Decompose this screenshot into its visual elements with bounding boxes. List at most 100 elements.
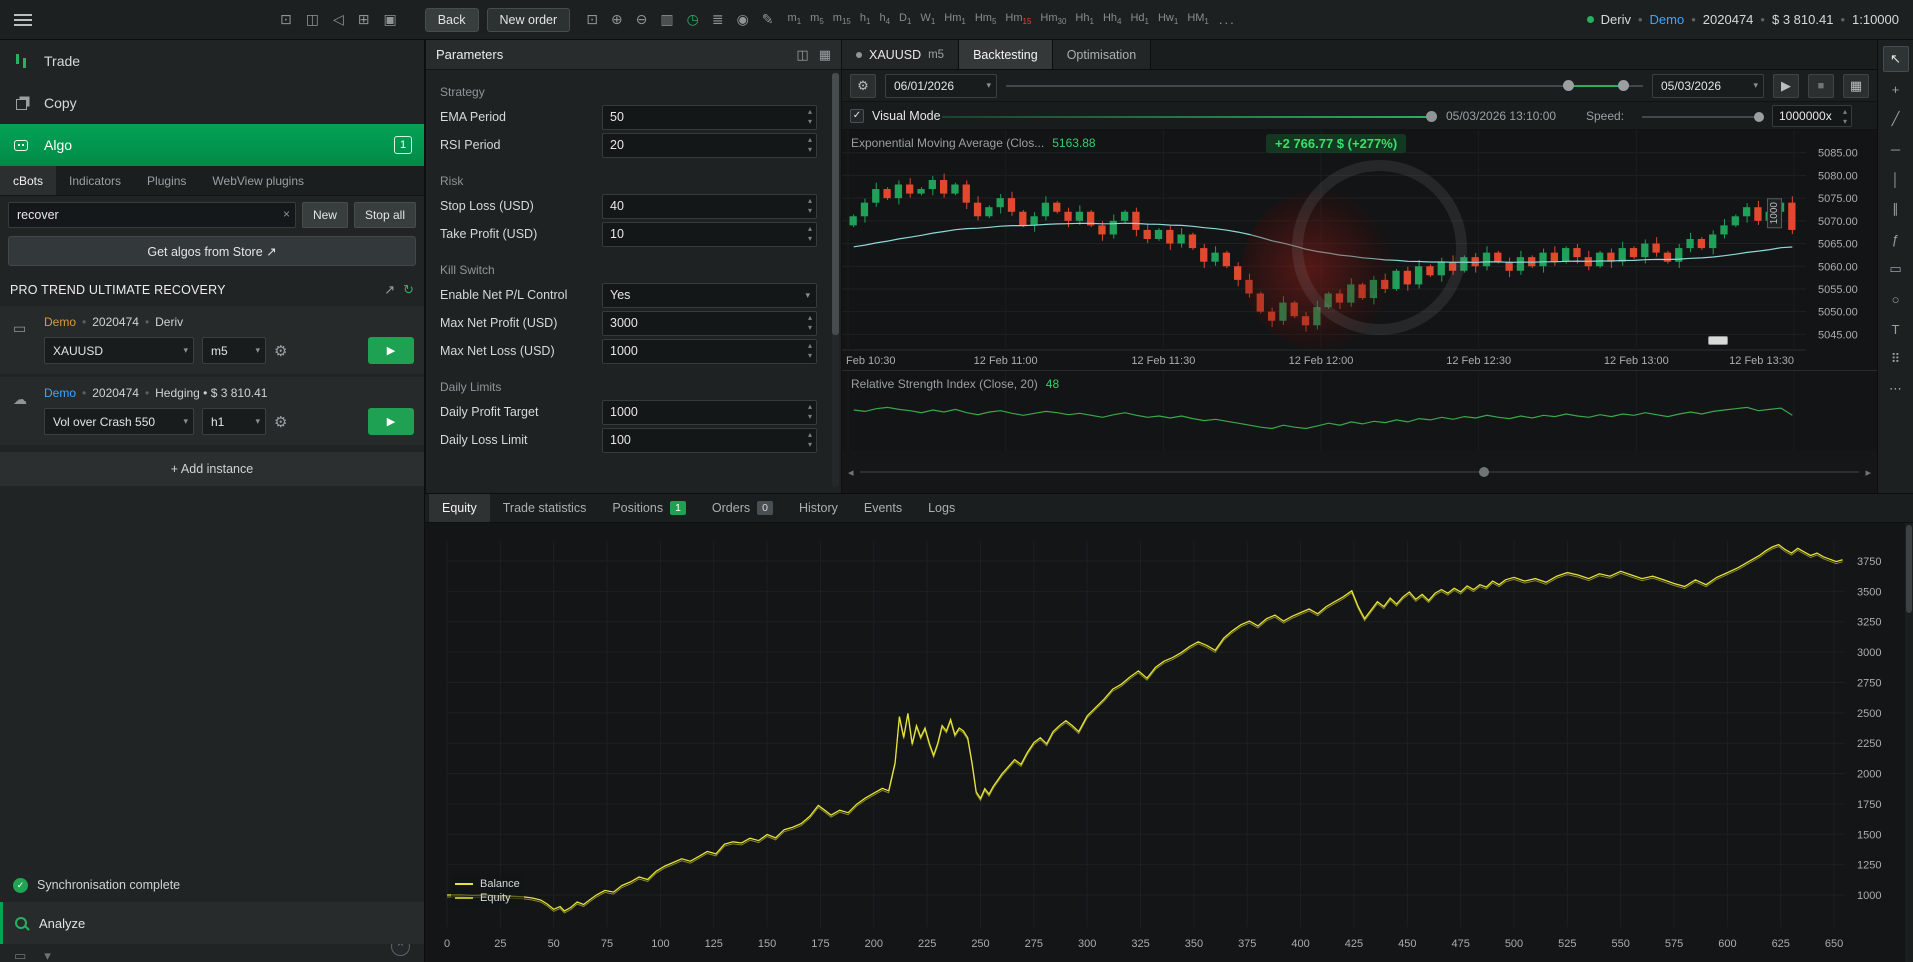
spinner[interactable]: ▴▾: [808, 107, 812, 127]
timeframe-Hh1[interactable]: Hh1: [1075, 12, 1094, 26]
sidebar-item-analyze[interactable]: Analyze: [0, 902, 424, 944]
refresh-icon[interactable]: ↻: [403, 282, 414, 298]
layout-icon[interactable]: ▣: [383, 11, 396, 28]
tab-trade-statistics[interactable]: Trade statistics: [490, 494, 600, 522]
start-bot-button[interactable]: ▶: [368, 337, 414, 364]
rectangle-icon[interactable]: ▭: [1883, 256, 1909, 282]
ema-indicator-label[interactable]: Exponential Moving Average (Clos... 5163…: [851, 136, 1096, 150]
start-date-select[interactable]: 06/01/2026 ▾: [885, 74, 997, 98]
stop-loss-input[interactable]: 40 ▴▾: [602, 194, 817, 219]
equity-chart[interactable]: 1000125015001750200022502500275030003250…: [425, 523, 1913, 962]
timeframe-h1[interactable]: h1: [860, 12, 871, 26]
ellipse-icon[interactable]: ○: [1883, 286, 1909, 312]
end-date-select[interactable]: 05/03/2026 ▾: [1652, 74, 1764, 98]
report-icon[interactable]: ▦: [819, 47, 831, 63]
chart-horizontal-scrollbar[interactable]: ◂ ▸: [842, 461, 1877, 483]
equidistant-channel-icon[interactable]: ∥: [1883, 196, 1909, 222]
apps-grid-icon[interactable]: ⊞: [358, 11, 370, 28]
timeframe-W1[interactable]: W1: [920, 12, 935, 26]
sidebar-item-copy[interactable]: Copy: [0, 82, 424, 124]
windows-icon[interactable]: ◫: [306, 11, 319, 28]
scroll-right-icon[interactable]: ▸: [1865, 466, 1871, 479]
fullscreen-icon[interactable]: ⊡: [280, 11, 292, 28]
chevron-down-icon[interactable]: ▾: [44, 948, 51, 962]
timeframe-Hm30[interactable]: Hm30: [1040, 12, 1066, 26]
share-icon[interactable]: ↗: [384, 282, 395, 298]
tab-history[interactable]: History: [786, 494, 851, 522]
clock-icon[interactable]: ◷: [687, 11, 699, 28]
symbol-select[interactable]: XAUUSD ▾: [44, 337, 194, 364]
tab-plugins[interactable]: Plugins: [134, 166, 199, 195]
max-net-loss-input[interactable]: 1000 ▴▾: [602, 339, 817, 364]
bot-instance-1[interactable]: ▭ Demo • 2020474 • Deriv XAUUSD ▾ m5 ▾ ⚙…: [0, 306, 424, 374]
daily-profit-target-input[interactable]: 1000 ▴▾: [602, 400, 817, 425]
tab-orders[interactable]: Orders 0: [699, 494, 786, 522]
max-net-profit-input[interactable]: 3000 ▴▾: [602, 311, 817, 336]
chart-search-icon[interactable]: ▥: [660, 11, 673, 28]
clear-search-icon[interactable]: ×: [283, 207, 290, 221]
scroll-left-icon[interactable]: ◂: [848, 466, 854, 479]
candlestick-chart[interactable]: 5085.005080.005075.005070.005065.005060.…: [842, 130, 1877, 370]
new-cbot-button[interactable]: New: [302, 202, 348, 228]
take-profit-input[interactable]: 10 ▴▾: [602, 222, 817, 247]
parameters-scrollbar[interactable]: [832, 73, 839, 487]
tab-equity[interactable]: Equity: [429, 494, 490, 522]
spinner[interactable]: ▴▾: [808, 402, 812, 422]
text-tool-icon[interactable]: T: [1883, 316, 1909, 342]
date-range-slider[interactable]: [1006, 74, 1643, 98]
timeframe-m15[interactable]: m15: [833, 12, 851, 26]
slider-handle-end[interactable]: [1618, 80, 1629, 91]
sidebar-item-algo[interactable]: Algo 1: [0, 124, 424, 166]
slider-handle-start[interactable]: [1563, 80, 1574, 91]
gear-icon[interactable]: ⚙: [274, 342, 287, 360]
timeframe-D1[interactable]: D1: [899, 12, 911, 26]
speed-value-select[interactable]: 1000000x ▴▾: [1772, 105, 1852, 127]
export-icon[interactable]: ◫: [796, 47, 808, 63]
backtest-settings-button[interactable]: ⚙: [850, 74, 876, 98]
tab-indicators[interactable]: Indicators: [56, 166, 134, 195]
tab-logs[interactable]: Logs: [915, 494, 968, 522]
rsi-indicator-label[interactable]: Relative Strength Index (Close, 20) 48: [851, 377, 1059, 391]
timeframe-h4[interactable]: h4: [879, 12, 890, 26]
visual-mode-checkbox[interactable]: ✓: [850, 109, 864, 123]
ema-period-input[interactable]: 50 ▴▾: [602, 105, 817, 130]
horizontal-line-icon[interactable]: ─: [1883, 136, 1909, 162]
backtest-progress-handle[interactable]: [1426, 111, 1437, 122]
spinner[interactable]: ▴▾: [808, 430, 812, 450]
timeframe-Hm1[interactable]: Hm1: [944, 12, 966, 26]
timeframe-HM1[interactable]: HM1: [1187, 12, 1209, 26]
start-bot-button[interactable]: ▶: [368, 408, 414, 435]
tab-symbol-chart[interactable]: XAUUSD m5: [842, 40, 959, 69]
more-timeframes-icon[interactable]: ...: [1219, 12, 1236, 27]
menu-icon[interactable]: [14, 14, 32, 26]
panels-icon[interactable]: ⊡: [586, 11, 598, 28]
rsi-panel[interactable]: Relative Strength Index (Close, 20) 48: [842, 370, 1877, 450]
sidebar-item-trade[interactable]: Trade: [0, 40, 424, 82]
gear-icon[interactable]: ⚙: [274, 413, 287, 431]
tab-positions[interactable]: Positions 1: [599, 494, 699, 522]
tab-webview-plugins[interactable]: WebView plugins: [199, 166, 317, 195]
scrollbar-track[interactable]: [860, 471, 1860, 473]
zoom-in-icon[interactable]: ⊕: [611, 11, 623, 28]
daily-loss-limit-input[interactable]: 100 ▴▾: [602, 428, 817, 453]
scrollbar-thumb[interactable]: [1906, 525, 1912, 613]
timeframe-Hd1[interactable]: Hd1: [1130, 12, 1149, 26]
spinner[interactable]: ▴▾: [808, 135, 812, 155]
stop-backtest-button[interactable]: ■: [1808, 74, 1834, 98]
scroll-up-button[interactable]: ^: [391, 944, 410, 956]
tab-events[interactable]: Events: [851, 494, 915, 522]
timeframe-Hm5[interactable]: Hm5: [975, 12, 997, 26]
back-button[interactable]: Back: [425, 8, 479, 32]
timeframe-m1[interactable]: m1: [788, 12, 802, 26]
stop-all-button[interactable]: Stop all: [354, 202, 416, 228]
timeframe-select[interactable]: h1 ▾: [202, 408, 266, 435]
pattern-icon[interactable]: ⠿: [1883, 346, 1909, 372]
chart-object-marker[interactable]: [1708, 336, 1728, 345]
timeframe-select[interactable]: m5 ▾: [202, 337, 266, 364]
timeframe-m5[interactable]: m5: [810, 12, 824, 26]
timeframe-Hw1[interactable]: Hw1: [1158, 12, 1178, 26]
tab-cbots[interactable]: cBots: [0, 166, 56, 195]
start-backtest-button[interactable]: ▶: [1773, 74, 1799, 98]
scrollbar-thumb[interactable]: [1479, 467, 1489, 477]
bot-instance-2[interactable]: ☁ Demo • 2020474 • Hedging • $ 3 810.41 …: [0, 377, 424, 445]
